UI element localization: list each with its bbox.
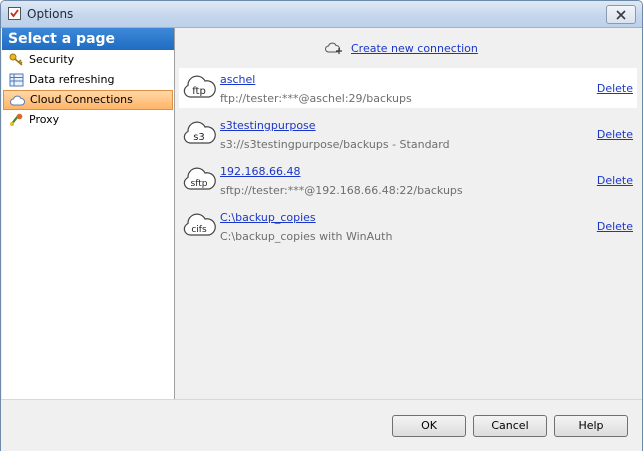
title-bar[interactable]: Options — [1, 1, 642, 28]
cloud-icon — [10, 95, 25, 106]
sftp-cloud-icon: sftp — [183, 167, 216, 190]
sidebar-item-label: Cloud Connections — [30, 93, 133, 106]
svg-text:sftp: sftp — [191, 179, 208, 189]
connection-detail: sftp://tester:***@192.168.66.48:22/backu… — [220, 184, 463, 197]
page-list-panel: Select a page Security Data refreshing C… — [2, 28, 175, 399]
ftp-cloud-icon: ftp — [183, 75, 216, 98]
s3-cloud-icon: s3 — [183, 121, 216, 144]
cancel-button[interactable]: Cancel — [473, 415, 547, 437]
connection-name[interactable]: s3testingpurpose — [220, 119, 316, 132]
help-button[interactable]: Help — [554, 415, 628, 437]
connection-row-ftp[interactable]: ftp aschel ftp://tester:***@aschel:29/ba… — [179, 68, 637, 108]
connection-detail: s3://s3testingpurpose/backups - Standard — [220, 138, 450, 151]
add-cloud-icon — [325, 42, 342, 54]
connection-detail: ftp://tester:***@aschel:29/backups — [220, 92, 412, 105]
options-window: Options Select a page Security Data refr… — [0, 0, 643, 451]
sidebar-item-cloud-connections[interactable]: Cloud Connections — [3, 90, 173, 110]
close-icon — [616, 9, 626, 20]
sidebar-item-proxy[interactable]: Proxy — [3, 110, 173, 130]
connection-row-s3[interactable]: s3 s3testingpurpose s3://s3testingpurpos… — [179, 114, 637, 154]
cloud-connections-panel: Create new connection ftp aschel ftp://t… — [175, 28, 640, 399]
close-button[interactable] — [606, 5, 636, 24]
window-title: Options — [27, 7, 74, 21]
key-icon — [9, 53, 23, 66]
refresh-table-icon — [9, 73, 24, 87]
delete-connection-link[interactable]: Delete — [597, 128, 633, 141]
delete-connection-link[interactable]: Delete — [597, 82, 633, 95]
dialog-button-bar: OK Cancel Help — [1, 399, 642, 451]
connection-row-cifs[interactable]: cifs C:\backup_copies C:\backup_copies w… — [179, 206, 637, 246]
options-app-icon — [8, 7, 21, 20]
connection-row-sftp[interactable]: sftp 192.168.66.48 sftp://tester:***@192… — [179, 160, 637, 200]
delete-connection-link[interactable]: Delete — [597, 174, 633, 187]
sidebar-item-security[interactable]: Security — [3, 50, 173, 70]
page-list-header: Select a page — [2, 28, 174, 50]
connection-detail: C:\backup_copies with WinAuth — [220, 230, 393, 243]
delete-connection-link[interactable]: Delete — [597, 220, 633, 233]
sidebar-item-label: Data refreshing — [29, 73, 115, 86]
svg-text:cifs: cifs — [191, 225, 207, 235]
sidebar-item-data-refreshing[interactable]: Data refreshing — [3, 70, 173, 90]
sidebar-item-label: Security — [29, 53, 75, 66]
create-connection-link[interactable]: Create new connection — [351, 42, 478, 55]
connection-name[interactable]: C:\backup_copies — [220, 211, 316, 224]
connection-name[interactable]: 192.168.66.48 — [220, 165, 300, 178]
cifs-cloud-icon: cifs — [183, 213, 216, 236]
svg-text:s3: s3 — [193, 132, 205, 143]
connection-name[interactable]: aschel — [220, 73, 255, 86]
svg-text:ftp: ftp — [192, 86, 206, 97]
create-connection-row[interactable]: Create new connection — [325, 40, 478, 56]
ok-button[interactable]: OK — [392, 415, 466, 437]
proxy-icon — [10, 113, 23, 126]
sidebar-item-label: Proxy — [29, 113, 60, 126]
